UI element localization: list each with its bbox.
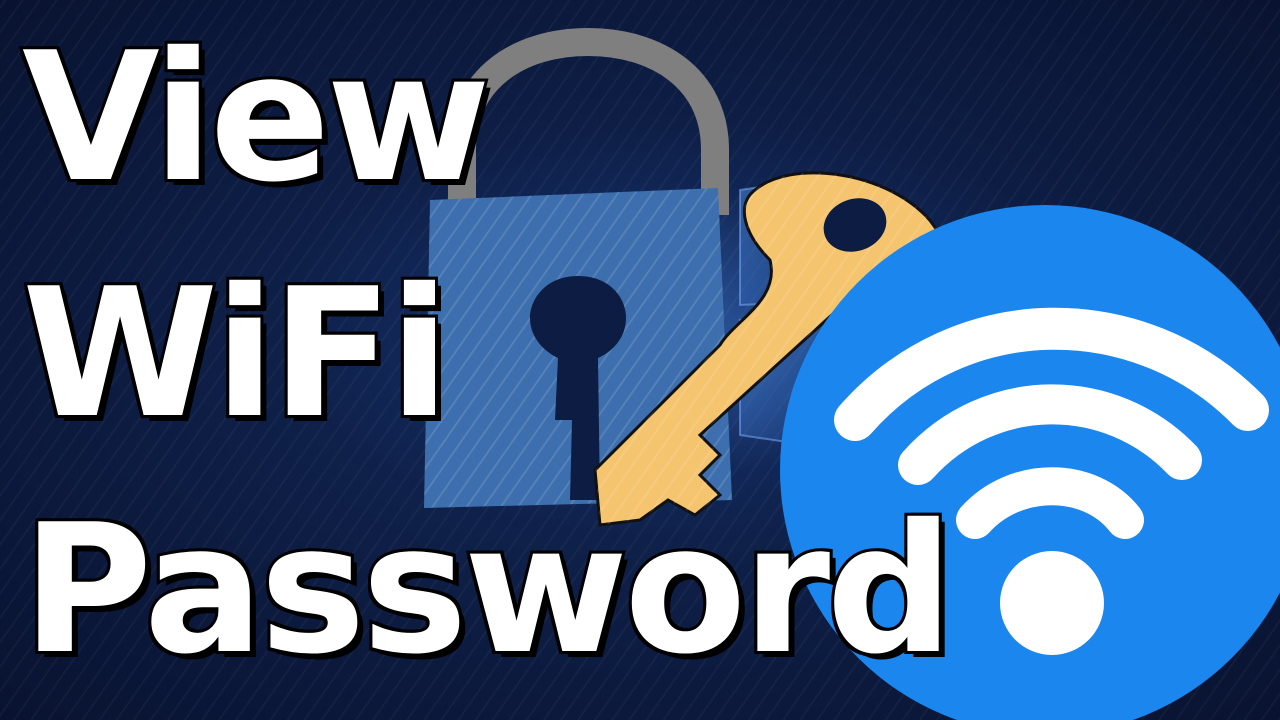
thumbnail-canvas: View WiFi Password [0, 0, 1280, 720]
headline-line-view: View [19, 11, 494, 224]
headline-line-password: Password [19, 483, 957, 696]
headline-line-wifi: WiFi [19, 247, 453, 460]
headline-text: View WiFi Password [19, 0, 957, 708]
